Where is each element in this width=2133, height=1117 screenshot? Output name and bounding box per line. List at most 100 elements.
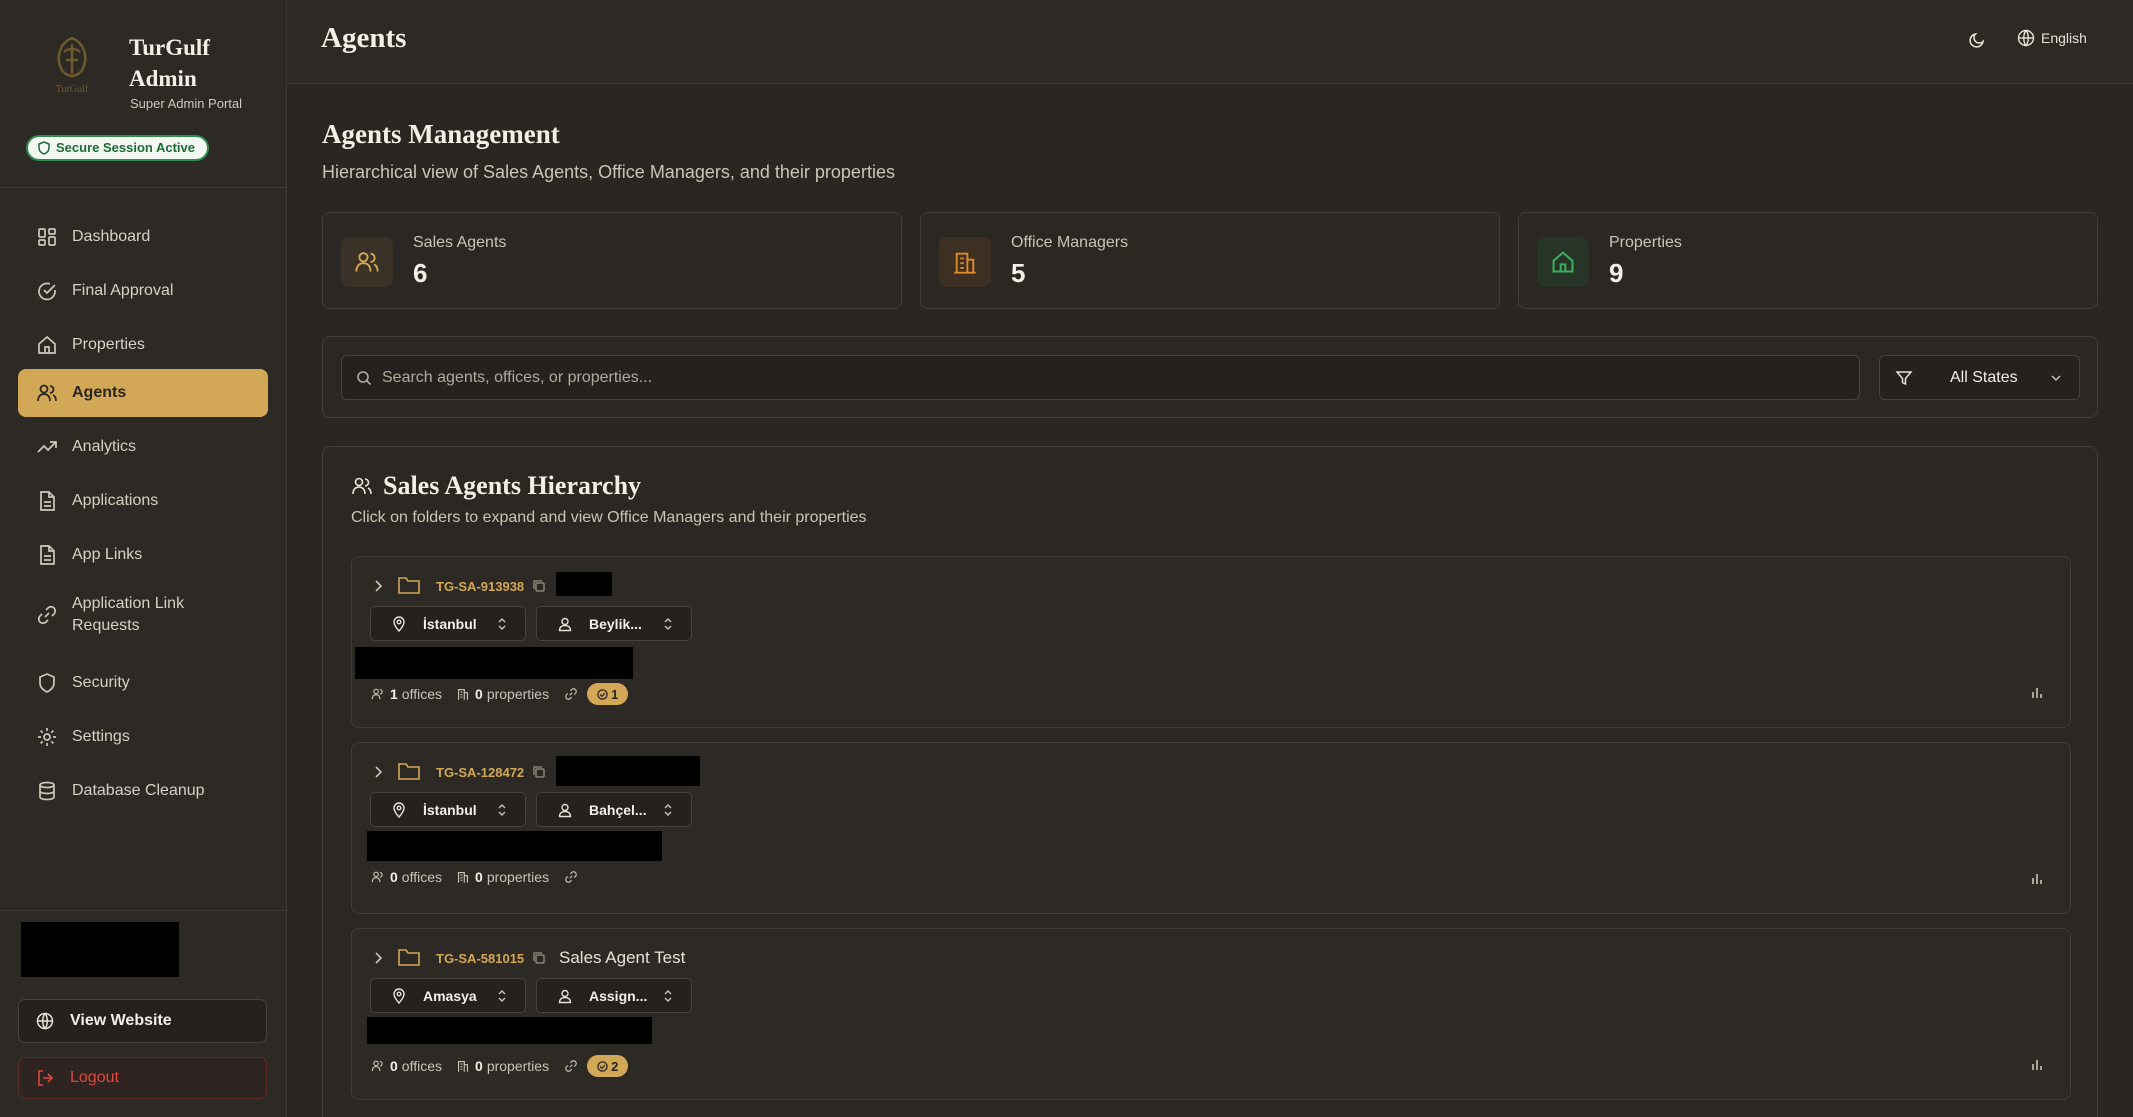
link-icon[interactable] bbox=[563, 687, 579, 701]
properties-value: 0 bbox=[475, 1058, 483, 1074]
sidebar-item-label: Applications bbox=[72, 492, 159, 509]
stats-chart-icon[interactable] bbox=[2030, 685, 2044, 699]
agent-code: TG-SA-581015 bbox=[436, 951, 525, 966]
hierarchy-title: Sales Agents Hierarchy bbox=[351, 471, 641, 501]
offices-value: 0 bbox=[390, 869, 398, 885]
folder-icon[interactable] bbox=[397, 760, 421, 782]
sidebar-item-security[interactable]: Security bbox=[18, 659, 268, 707]
search-input[interactable] bbox=[382, 356, 1842, 399]
hierarchy-subtitle: Click on folders to expand and view Offi… bbox=[351, 509, 867, 526]
logout-button[interactable]: Logout bbox=[18, 1057, 267, 1099]
offices-label: offices bbox=[401, 869, 443, 885]
city-select[interactable]: İstanbul bbox=[370, 606, 526, 641]
link-icon[interactable] bbox=[563, 870, 579, 884]
brand-title: TurGulf Admin bbox=[129, 35, 210, 91]
sidebar-item-application-link-requests[interactable]: Application Link Requests bbox=[18, 591, 268, 639]
city-select[interactable]: Amasya bbox=[370, 978, 526, 1013]
users-icon bbox=[352, 477, 372, 495]
sidebar-item-database-cleanup[interactable]: Database Cleanup bbox=[18, 767, 268, 815]
chevron-updown-icon bbox=[664, 990, 672, 1002]
offices-count: 0 offices bbox=[371, 1058, 442, 1074]
sidebar-item-label: Final Approval bbox=[72, 282, 174, 299]
check-circle-icon bbox=[597, 1060, 608, 1072]
stat-value: 9 bbox=[1609, 258, 1624, 288]
language-switcher[interactable]: English bbox=[2017, 29, 2087, 47]
properties-value: 0 bbox=[475, 869, 483, 885]
brand-area: TurGulf TurGulf Admin Super Admin Portal… bbox=[0, 0, 286, 188]
office-value: Beylik... bbox=[589, 616, 642, 632]
session-badge-label: Secure Session Active bbox=[56, 140, 195, 155]
chevron-right-icon[interactable] bbox=[372, 579, 384, 593]
city-select[interactable]: İstanbul bbox=[370, 792, 526, 827]
copy-icon[interactable] bbox=[532, 579, 546, 593]
stat-card-office-managers: Office Managers 5 bbox=[920, 212, 1500, 309]
office-select[interactable]: Assign... bbox=[536, 978, 692, 1013]
copy-icon[interactable] bbox=[532, 951, 546, 965]
sidebar-footer: View Website Logout bbox=[0, 910, 287, 1117]
chevron-right-icon[interactable] bbox=[372, 951, 384, 965]
folder-icon[interactable] bbox=[397, 574, 421, 596]
sidebar-item-agents[interactable]: Agents bbox=[18, 369, 268, 417]
stats-chart-icon[interactable] bbox=[2030, 871, 2044, 885]
city-value: Amasya bbox=[423, 988, 477, 1004]
sidebar-item-final-approval[interactable]: Final Approval bbox=[18, 267, 268, 315]
properties-count: 0 properties bbox=[456, 686, 549, 702]
document-icon bbox=[40, 545, 55, 565]
section-title: Agents Management bbox=[322, 119, 560, 149]
office-select[interactable]: Beylik... bbox=[536, 606, 692, 641]
folder-icon[interactable] bbox=[397, 946, 421, 968]
office-select[interactable]: Bahçel... bbox=[536, 792, 692, 827]
sidebar-item-label: Database Cleanup bbox=[72, 782, 205, 799]
building-icon bbox=[457, 1060, 469, 1072]
section-subtitle: Hierarchical view of Sales Agents, Offic… bbox=[322, 162, 895, 182]
map-pin-icon bbox=[393, 988, 405, 1004]
sidebar-item-label: Settings bbox=[72, 728, 130, 745]
database-icon bbox=[39, 781, 55, 801]
view-website-label: View Website bbox=[70, 1012, 172, 1029]
city-value: İstanbul bbox=[423, 802, 477, 818]
sidebar-item-analytics[interactable]: Analytics bbox=[18, 423, 268, 471]
redacted-field bbox=[367, 831, 662, 861]
trending-icon bbox=[37, 441, 57, 453]
stats-chart-icon[interactable] bbox=[2030, 1057, 2044, 1071]
users-icon bbox=[355, 252, 379, 272]
view-website-button[interactable]: View Website bbox=[18, 999, 267, 1043]
sidebar-item-app-links[interactable]: App Links bbox=[18, 531, 268, 579]
stat-icon-box bbox=[1537, 237, 1589, 287]
offices-label: offices bbox=[401, 686, 443, 702]
sidebar-item-label: Dashboard bbox=[72, 228, 151, 245]
logout-label: Logout bbox=[70, 1069, 119, 1086]
home-icon bbox=[38, 335, 56, 354]
approved-badge-count: 1 bbox=[611, 686, 619, 702]
redacted-user-info bbox=[21, 922, 179, 977]
city-value: İstanbul bbox=[423, 616, 477, 632]
moon-icon[interactable] bbox=[1968, 31, 1986, 49]
chevron-right-icon[interactable] bbox=[372, 765, 384, 779]
state-filter-select[interactable]: All States bbox=[1879, 355, 2080, 400]
copy-icon[interactable] bbox=[532, 765, 546, 779]
offices-value: 0 bbox=[390, 1058, 398, 1074]
language-label: English bbox=[2041, 30, 2087, 46]
sidebar-item-settings[interactable]: Settings bbox=[18, 713, 268, 761]
sidebar-item-dashboard[interactable]: Dashboard bbox=[18, 213, 268, 261]
home-icon bbox=[1552, 251, 1574, 273]
agent-card: TG-SA-581015 Sales Agent Test Amasya Ass… bbox=[351, 928, 2071, 1100]
stat-label: Properties bbox=[1609, 234, 1682, 251]
properties-label: properties bbox=[486, 869, 550, 885]
sidebar-item-applications[interactable]: Applications bbox=[18, 477, 268, 525]
offices-value: 1 bbox=[390, 686, 398, 702]
stat-card-properties: Properties 9 bbox=[1518, 212, 2098, 309]
sidebar-item-properties[interactable]: Properties bbox=[18, 321, 268, 369]
user-icon bbox=[558, 617, 572, 632]
offices-count: 0 offices bbox=[371, 869, 442, 885]
sidebar-item-label: Security bbox=[72, 674, 130, 691]
sidebar-item-label: Agents bbox=[72, 384, 127, 401]
gear-icon bbox=[38, 728, 56, 746]
chevron-updown-icon bbox=[498, 618, 506, 630]
sidebar-item-label: Properties bbox=[72, 336, 145, 353]
search-icon bbox=[357, 371, 372, 386]
properties-value: 0 bbox=[475, 686, 483, 702]
sidebar: TurGulf TurGulf Admin Super Admin Portal… bbox=[0, 0, 287, 1117]
link-icon[interactable] bbox=[563, 1059, 579, 1073]
sidebar-item-label: App Links bbox=[72, 546, 143, 563]
